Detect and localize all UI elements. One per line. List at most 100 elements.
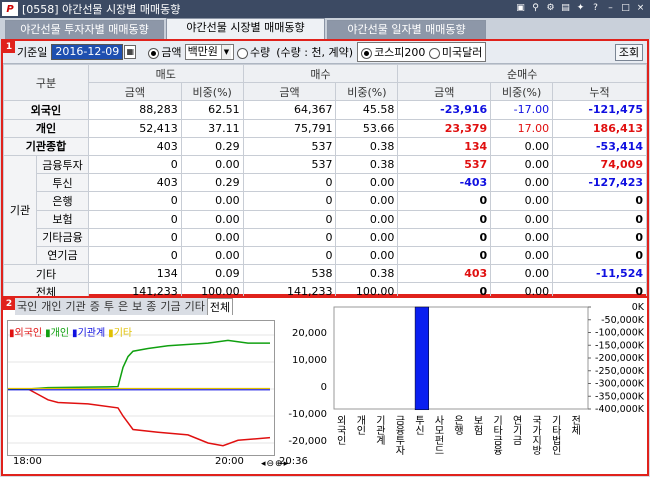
header-category: 구분 <box>3 63 89 102</box>
y-tick-label: -150,000K <box>595 340 645 351</box>
table-row[interactable]: 연기금 0 0.00 0 0.00 0 0.00 0 <box>4 245 647 266</box>
table-cell: 52,413 <box>87 118 182 138</box>
table-row[interactable]: 기관 금융투자 0 0.00 537 0.38 537 0.00 74,009 <box>3 154 647 266</box>
table-row[interactable]: 외국인 88,283 62.51 64,367 45.58 -23,916 -17.00 -1… <box>3 100 647 120</box>
bar-chart-svg: 0K -50,000K -100,000K-150,000K -200,000K -25… <box>333 302 645 456</box>
investor-tab[interactable]: 국인 <box>15 298 39 315</box>
table-cell: 0.00 <box>335 173 399 193</box>
table-cell: 0.00 <box>490 154 554 175</box>
investor-tab[interactable]: 증 <box>88 298 102 315</box>
investor-tab[interactable]: 기관 <box>64 298 88 315</box>
tab-investor[interactable]: 야간선물 투자자별 매매동향 <box>5 20 164 39</box>
pin-icon[interactable]: ✦ <box>574 2 587 15</box>
search-icon[interactable]: ⚲ <box>529 2 542 15</box>
table-cell: 537 <box>242 136 337 156</box>
header-net-amount: 금액 <box>397 82 492 102</box>
header-buy-amount: 금액 <box>242 82 337 102</box>
investor-tab[interactable]: 전체 <box>206 298 234 315</box>
unit-select[interactable]: 백만원 ▼ <box>184 44 234 60</box>
y-tick-label: -300,000K <box>595 379 645 390</box>
app-logo-icon: P <box>2 2 18 16</box>
table-cell: 74,009 <box>552 154 647 175</box>
line-chart <box>7 320 275 456</box>
table-cell: 0 <box>242 209 337 229</box>
table-cell: 0 <box>397 245 492 266</box>
kospi-label: 코스피200 <box>374 46 426 59</box>
investor-tab[interactable]: 투 <box>102 298 116 315</box>
market-radio-group: 코스피200 미국달러 <box>357 42 487 62</box>
table-cell: 0.00 <box>335 245 399 266</box>
investor-tab[interactable]: 개인 <box>39 298 63 315</box>
radio-icon <box>236 47 248 59</box>
table-cell: -53,414 <box>552 136 647 156</box>
table-cell: 0.38 <box>335 136 399 156</box>
x-tick-label: 사모펀드 <box>432 415 444 455</box>
radio-icon <box>428 47 440 59</box>
table-row[interactable]: 보험 0 0.00 0 0.00 0 0.00 0 <box>4 209 647 229</box>
row-label: 기타 <box>3 264 89 284</box>
y-tick-label: 0K <box>632 302 645 313</box>
legend-label: 기타 <box>113 328 133 339</box>
table-cell: 0 <box>87 154 182 175</box>
y-tick-label: -50,000K <box>601 315 645 326</box>
line-chart-svg <box>8 334 274 447</box>
table-cell: 0 <box>242 191 337 211</box>
maximize-icon[interactable]: □ <box>619 2 632 15</box>
minimize-icon[interactable]: – <box>604 2 617 15</box>
y-tick-label: 0 <box>320 382 327 393</box>
qty-radio[interactable]: 수량 <box>236 44 271 60</box>
table-row[interactable]: 기타 134 0.09 538 0.38 403 0.00 -11,524 <box>3 264 647 284</box>
amount-radio[interactable]: 금액 <box>148 44 182 60</box>
panel-badge-1: 1 <box>3 41 15 53</box>
header-net-cumulative: 누적 <box>552 82 647 102</box>
y-tick-label: -250,000K <box>595 366 645 377</box>
tab-market[interactable]: 야간선물 시장별 매매동향 <box>166 18 325 39</box>
qty-note: (수량 : 천, 계약) <box>276 46 354 59</box>
query-button[interactable]: 조회 <box>615 44 643 61</box>
investor-tab[interactable]: 은 <box>116 298 130 315</box>
calendar-icon[interactable]: ▦ <box>124 45 137 59</box>
table-cell: 0.00 <box>180 209 244 229</box>
usd-radio[interactable]: 미국달러 <box>428 46 482 59</box>
table-row[interactable]: 기관종합 403 0.29 537 0.38 134 0.00 -53,414 <box>3 136 647 156</box>
kospi-radio[interactable]: 코스피200 <box>361 46 425 59</box>
investor-tab[interactable]: 기타 <box>183 298 207 315</box>
table-cell: 0 <box>552 191 647 211</box>
investor-tab[interactable]: 보 <box>130 298 144 315</box>
zoom-controls-icon[interactable]: ◂⊖⊕▸ <box>261 459 289 469</box>
table-cell: 538 <box>242 264 337 284</box>
table-cell: 0 <box>87 245 182 266</box>
table-cell: 23,379 <box>397 118 492 138</box>
table-cell: 0.00 <box>490 173 554 193</box>
table-cell: -403 <box>397 173 492 193</box>
legend-label: 기관계 <box>77 328 106 339</box>
link-icon[interactable]: ▣ <box>514 2 527 15</box>
date-input[interactable]: 2016-12-09 <box>51 44 124 60</box>
close-icon[interactable]: × <box>634 2 647 15</box>
investor-tab[interactable]: 기금 <box>158 298 182 315</box>
tab-daily[interactable]: 야간선물 일자별 매매동향 <box>327 20 486 39</box>
x-tick-label: 국가지방 <box>530 415 542 455</box>
table-cell: 0 <box>242 245 337 266</box>
table-cell: 0.38 <box>335 264 399 284</box>
table-cell: 0.00 <box>490 227 554 247</box>
table-row[interactable]: 개인 52,413 37.11 75,791 53.66 23,379 17.00 186,4… <box>3 118 647 138</box>
investor-tab[interactable]: 종 <box>144 298 158 315</box>
table-row[interactable]: 은행 0 0.00 0 0.00 0 0.00 0 <box>4 191 647 211</box>
row-label: 개인 <box>3 118 89 138</box>
table-cell: 0.00 <box>335 209 399 229</box>
group-label: 기관 <box>3 154 37 266</box>
qty-label: 수량 <box>249 46 271 59</box>
x-tick-label: 금융투자 <box>393 415 405 456</box>
print-icon[interactable]: ▤ <box>559 2 572 15</box>
filter-bar: 기준일 2016-12-09 ▦ 금액 백만원 ▼ 수량 (수량 : 천, 계약)… <box>3 41 647 64</box>
help-icon[interactable]: ? <box>589 2 602 15</box>
x-tick-label: 연기금 <box>510 415 522 445</box>
x-tick-label: 18:00 <box>13 456 42 467</box>
table-row[interactable]: 기타금융 0 0.00 0 0.00 0 0.00 0 <box>4 227 647 247</box>
x-tick-label: 기타법인 <box>549 415 561 455</box>
title-bar: P [0558] 야간선물 시장별 매매동향 ▣ ⚲ ⚙ ▤ ✦ ? – □ × <box>0 0 650 18</box>
window-title: [0558] 야간선물 시장별 매매동향 <box>22 3 181 16</box>
settings-icon[interactable]: ⚙ <box>544 2 557 15</box>
table-row[interactable]: 투신 403 0.29 0 0.00 -403 0.00 -127,423 <box>4 173 647 193</box>
